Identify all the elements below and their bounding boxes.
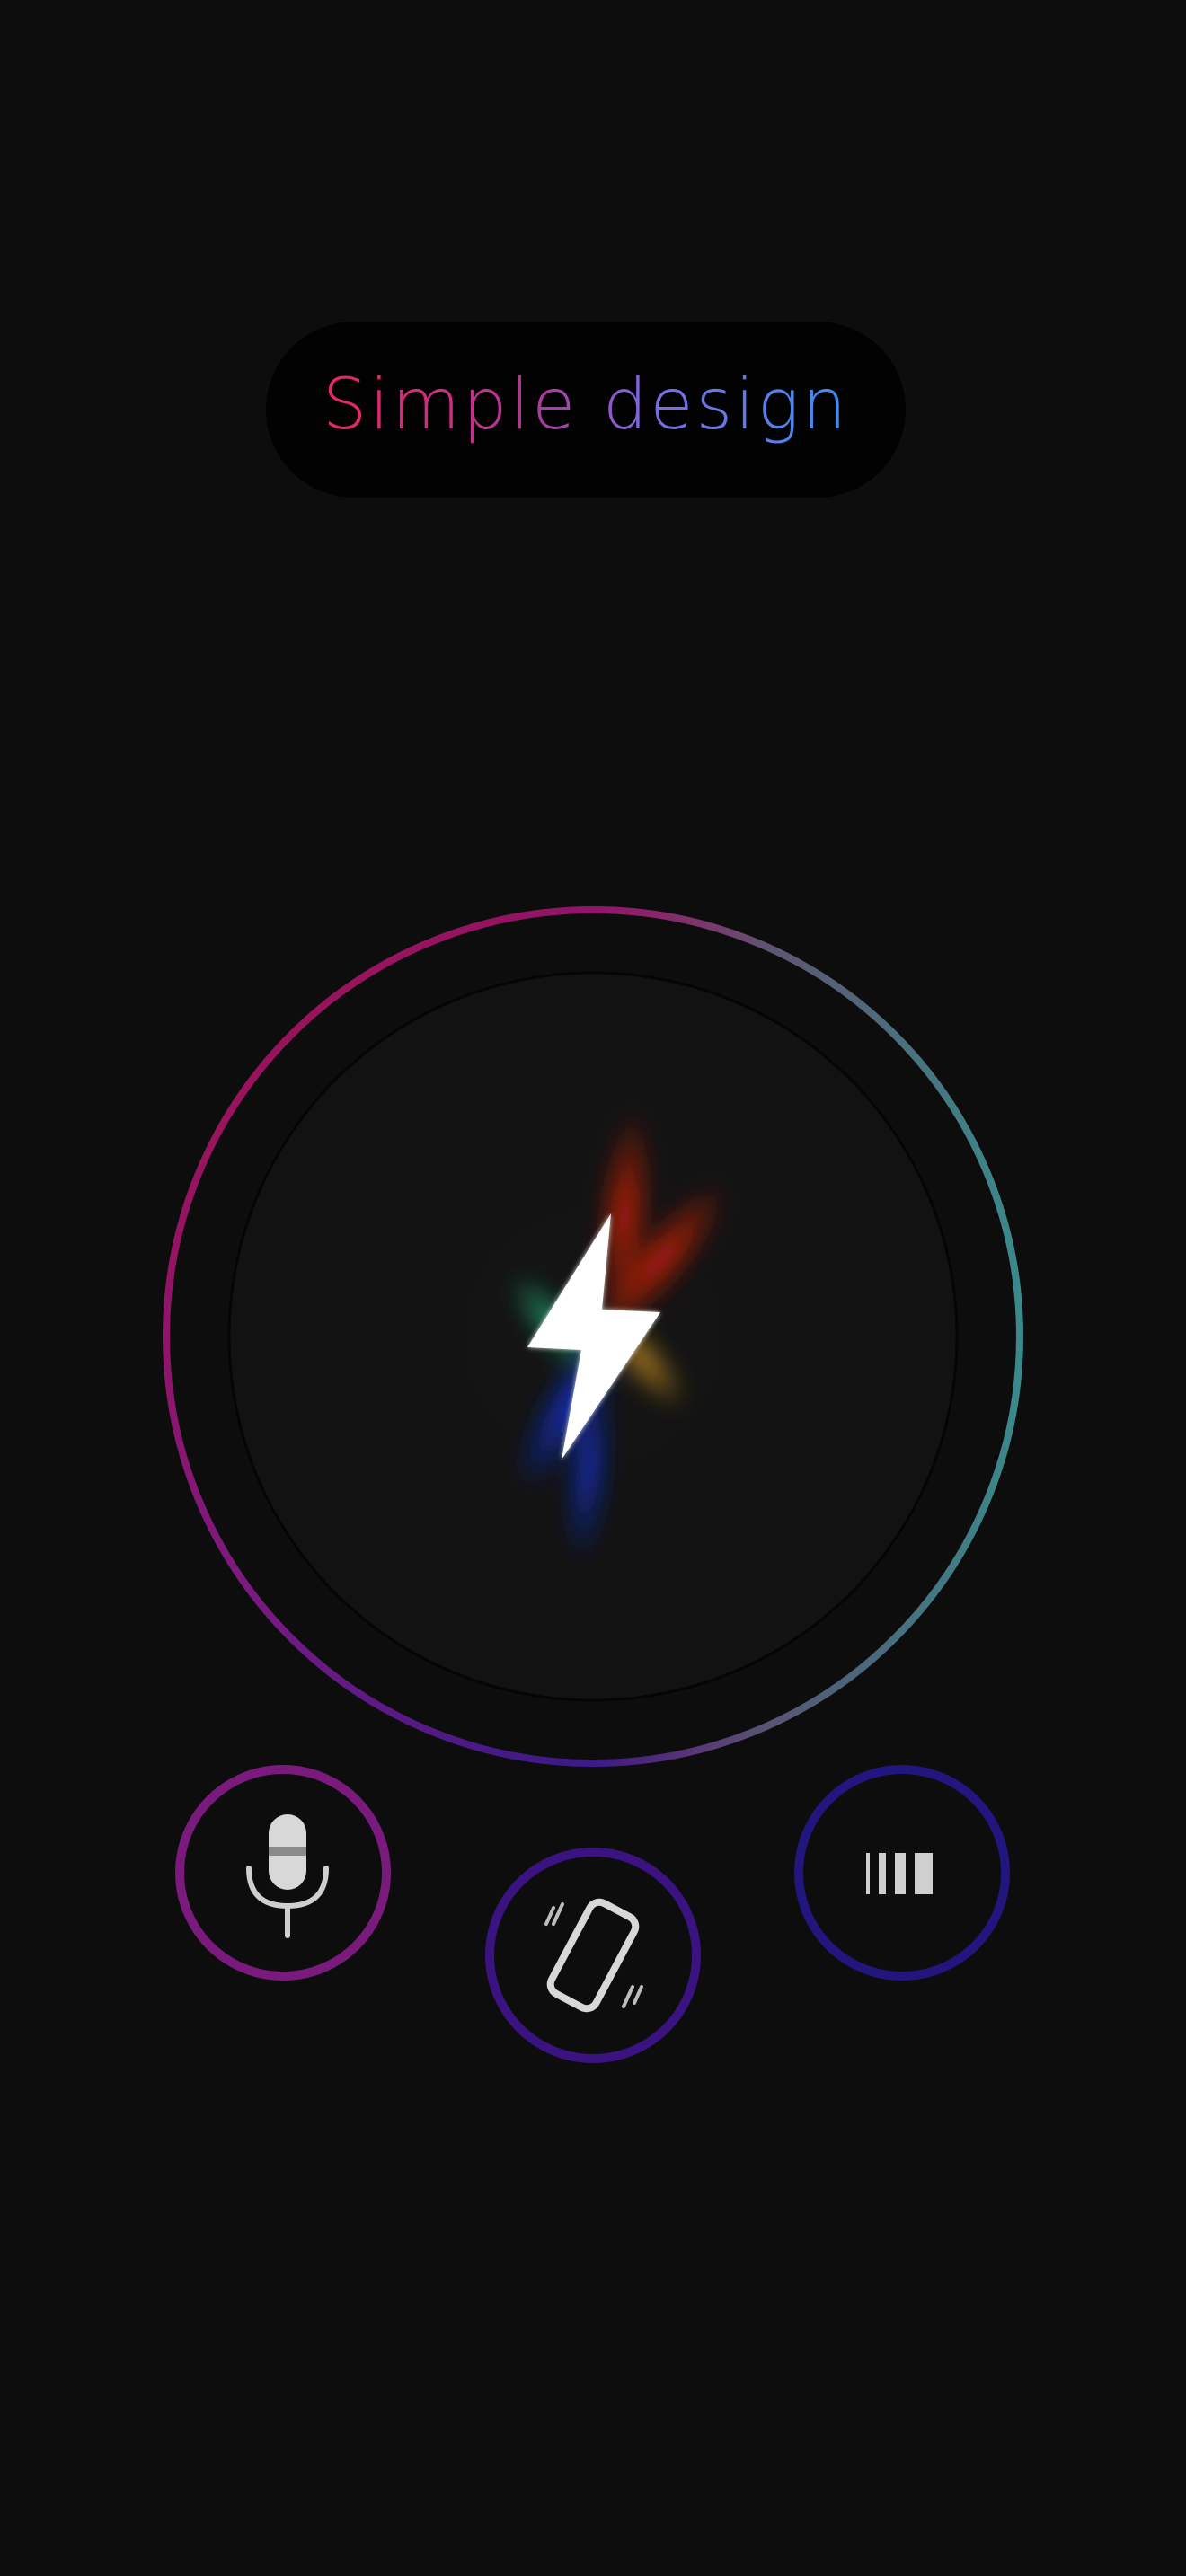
vibrate-button[interactable] [485, 1848, 701, 2063]
strobe-bars-icon [866, 1853, 933, 1894]
strobe-button[interactable] [794, 1765, 1010, 1981]
vibrate-phone-icon [544, 1898, 643, 2013]
app-title: Simple design [323, 370, 849, 449]
title-banner: Simple design [266, 322, 906, 498]
microphone-button[interactable] [175, 1765, 391, 1981]
flashlight-toggle-button[interactable] [157, 901, 1029, 1772]
dial-graphic [163, 906, 1023, 1767]
title-word-simple: Simple [322, 365, 579, 446]
title-word-design: design [603, 365, 850, 446]
microphone-icon [246, 1814, 329, 1938]
